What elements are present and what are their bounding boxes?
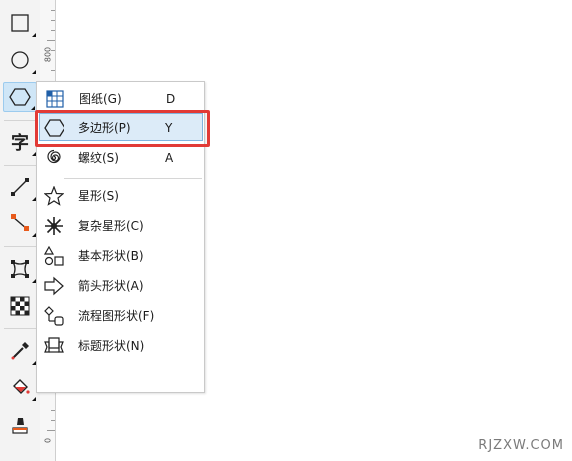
flyout-indicator (32, 33, 36, 37)
paint-bucket-icon (13, 379, 30, 394)
menu-item-spiral[interactable]: 螺纹(S) A (36, 144, 203, 172)
flyout-indicator (31, 106, 35, 110)
complex-star-icon (44, 216, 64, 236)
menu-item-graph-paper[interactable]: 图纸(G) D (37, 85, 204, 113)
toolbox: 字 (0, 0, 41, 461)
menu-item-label: 复杂星形(C) (78, 219, 144, 233)
menu-item-arrow-shapes[interactable]: 箭头形状(A) (36, 272, 203, 300)
menu-item-label: 基本形状(B) (78, 249, 144, 263)
rectangle-icon (11, 14, 29, 32)
smart-fill-tool[interactable] (3, 410, 37, 440)
flowchart-icon (44, 306, 64, 326)
flyout-indicator (32, 70, 36, 74)
spiral-icon (44, 148, 64, 168)
menu-item-label: 箭头形状(A) (78, 279, 144, 293)
menu-item-complex-star[interactable]: 复杂星形(C) (36, 212, 203, 240)
menu-item-banner-shapes[interactable]: 标题形状(N) (36, 332, 203, 360)
line-icon (11, 178, 29, 196)
text-icon: 字 (11, 133, 29, 154)
watermark: RJZXW.COM (478, 438, 564, 453)
menu-item-star[interactable]: 星形(S) (36, 182, 203, 210)
ruler-tick (47, 40, 55, 41)
ellipse-icon (11, 51, 29, 69)
menu-item-label: 螺纹(S) (78, 151, 119, 165)
ruler-tick (47, 430, 55, 431)
star-icon (44, 186, 64, 206)
menu-item-basic-shapes[interactable]: 基本形状(B) (36, 242, 203, 270)
banner-icon (44, 336, 64, 356)
menu-item-flowchart-shapes[interactable]: 流程图形状(F) (36, 302, 203, 330)
toolbox-separator (4, 246, 36, 247)
rectangle-tool[interactable] (3, 8, 37, 38)
polygon-tool[interactable] (3, 82, 37, 112)
ruler-tick (51, 70, 55, 71)
ruler-tick (51, 10, 55, 11)
toolbox-separator (4, 165, 36, 166)
ellipse-tool[interactable] (3, 45, 37, 75)
flyout-indicator (32, 397, 36, 401)
transparency-tool[interactable] (3, 291, 37, 321)
line-tool[interactable] (3, 172, 37, 202)
ruler-tick (51, 30, 55, 31)
graph-paper-icon (45, 89, 65, 109)
menu-item-label: 标题形状(N) (78, 339, 145, 353)
ruler-tick (51, 410, 55, 411)
menu-separator (64, 178, 202, 179)
toolbox-separator (4, 120, 36, 121)
toolbox-separator (4, 328, 36, 329)
fill-tool[interactable] (3, 372, 37, 402)
text-tool[interactable]: 字 (3, 127, 37, 157)
envelope-distort-icon (11, 260, 29, 278)
menu-item-label: 图纸(G) (79, 92, 122, 106)
menu-item-label: 流程图形状(F) (78, 309, 155, 323)
hexagon-icon (9, 88, 31, 106)
shortcut-key: D (166, 92, 176, 106)
smart-fill-icon (12, 418, 28, 434)
arrow-shape-icon (44, 276, 64, 296)
connector-tool[interactable] (3, 208, 37, 238)
ruler-tick (51, 20, 55, 21)
connector-icon (11, 214, 29, 231)
eyedropper-icon (11, 342, 29, 360)
annotation-highlight-box (35, 110, 210, 147)
menu-item-label: 星形(S) (78, 189, 119, 203)
checker-icon (10, 296, 30, 316)
ruler-label: 800 (43, 46, 53, 63)
eyedropper-tool[interactable] (3, 336, 37, 366)
envelope-tool[interactable] (3, 254, 37, 284)
shortcut-key: A (165, 151, 174, 165)
ruler-label: 0 (43, 437, 53, 444)
basic-shapes-icon (44, 246, 64, 266)
ruler-tick (51, 420, 55, 421)
